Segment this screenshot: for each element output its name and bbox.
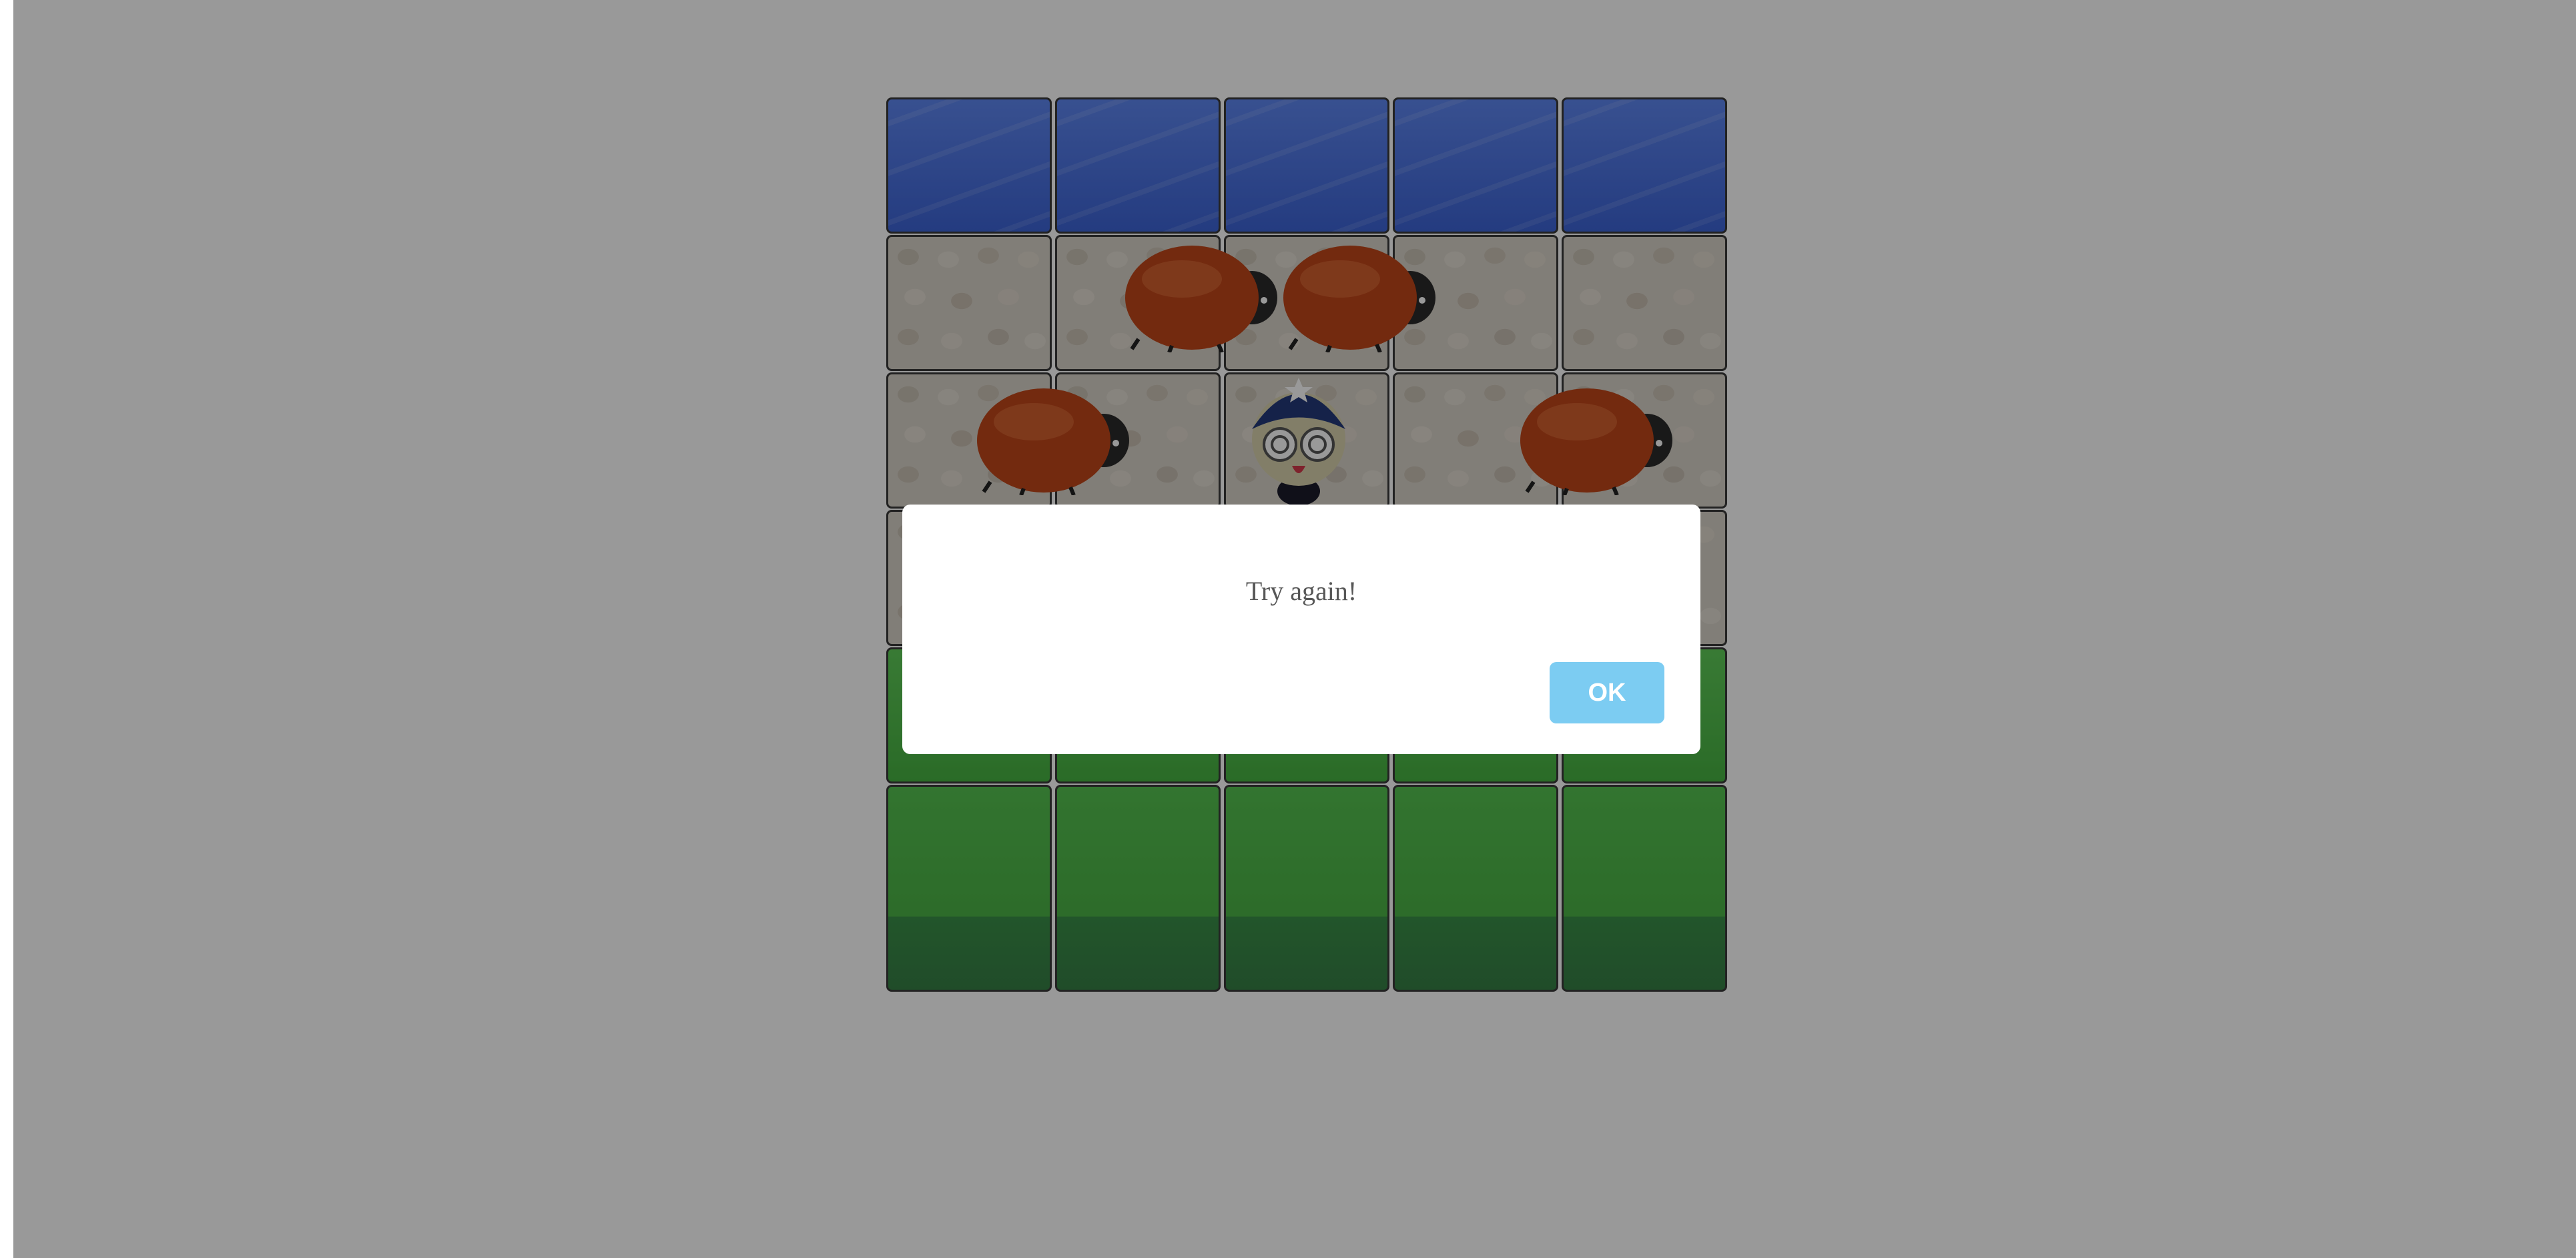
alert-dialog: Try again! OK bbox=[902, 505, 1700, 754]
ok-button[interactable]: OK bbox=[1550, 662, 1664, 723]
left-edge-stripe bbox=[0, 0, 13, 1258]
dialog-message: Try again! bbox=[1245, 576, 1357, 606]
